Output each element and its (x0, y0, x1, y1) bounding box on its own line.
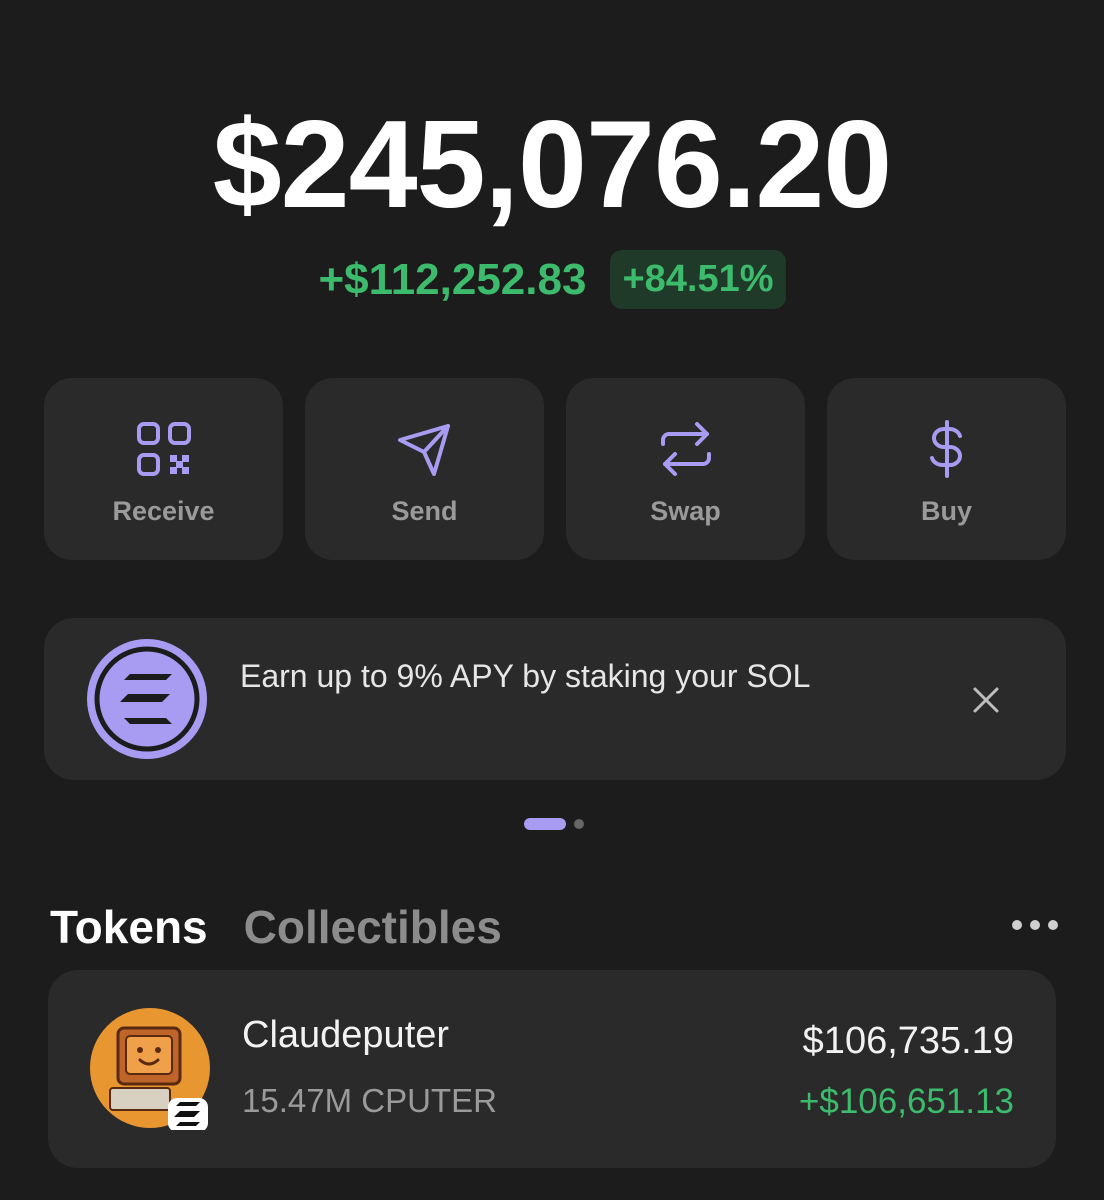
more-dot (1030, 920, 1040, 930)
swap-button[interactable]: Swap (566, 378, 805, 560)
quick-actions: Receive Send Swap Buy (44, 378, 1066, 560)
banner-text: Earn up to 9% APY by staking your SOL (240, 658, 811, 694)
staking-promo-banner[interactable]: Earn up to 9% APY by staking your SOL (44, 618, 1066, 780)
close-icon[interactable] (970, 684, 1002, 716)
more-dot (1012, 920, 1022, 930)
receive-label: Receive (112, 496, 215, 526)
token-amount: 15.47M CPUTER (242, 1082, 497, 1119)
token-avatar (90, 1008, 210, 1130)
send-button[interactable]: Send (305, 378, 544, 560)
swap-label: Swap (650, 496, 721, 526)
buy-label: Buy (920, 496, 972, 526)
balance-change-amount: +$112,252.83 (318, 254, 587, 304)
asset-tabs: Tokens Collectibles (50, 900, 502, 954)
solana-logo-icon (87, 639, 207, 759)
token-name: Claudeputer (242, 1014, 450, 1056)
dollar-icon (929, 420, 962, 478)
tab-collectibles[interactable]: Collectibles (244, 900, 502, 954)
carousel-indicator (524, 818, 584, 830)
qr-code-icon (136, 422, 191, 476)
receive-button[interactable]: Receive (44, 378, 283, 560)
swap-arrows-icon (660, 422, 711, 476)
send-label: Send (391, 496, 458, 526)
tab-tokens[interactable]: Tokens (50, 900, 208, 954)
token-value: $106,735.19 (802, 1020, 1014, 1062)
more-options-icon[interactable] (1012, 920, 1058, 930)
carousel-dot[interactable] (574, 819, 584, 829)
buy-button[interactable]: Buy (827, 378, 1066, 560)
more-dot (1048, 920, 1058, 930)
balance-change-row: +$112,252.83 +84.51% (0, 250, 1104, 309)
total-balance: $245,076.20 (212, 96, 893, 234)
balance-change-percent-badge: +84.51% (610, 250, 786, 309)
token-change: +$106,651.13 (798, 1082, 1014, 1121)
carousel-dot-active[interactable] (524, 818, 566, 830)
paper-plane-icon (397, 424, 450, 476)
token-row[interactable]: Claudeputer 15.47M CPUTER $106,735.19 +$… (48, 970, 1056, 1168)
